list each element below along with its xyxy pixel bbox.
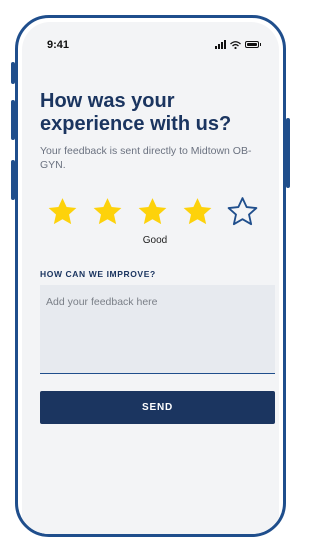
star-outline-icon[interactable] (225, 195, 260, 229)
page-subtitle: Your feedback is sent directly to Midtow… (40, 145, 252, 171)
battery-cap (259, 43, 261, 46)
phone-power-button (286, 118, 290, 188)
wifi-icon (229, 40, 241, 49)
app-screen: 9:41 How was your experience with us? Yo… (22, 22, 279, 534)
improve-label: HOW CAN WE IMPROVE? (40, 269, 156, 279)
star-filled-icon[interactable] (45, 195, 80, 229)
star-filled-icon[interactable] (90, 195, 125, 229)
rating-label: Good (142, 235, 168, 246)
battery-icon (244, 41, 259, 48)
feedback-input[interactable] (40, 285, 275, 374)
star-rating[interactable] (45, 195, 260, 229)
send-button[interactable]: SEND (40, 391, 275, 424)
signal-icon (214, 40, 226, 49)
star-filled-icon[interactable] (135, 195, 170, 229)
phone-frame: 9:41 How was your experience with us? Yo… (15, 15, 286, 537)
page-title: How was your experience with us? (40, 90, 232, 135)
status-bar: 9:41 (22, 22, 279, 62)
status-icons (214, 40, 261, 49)
status-time: 9:41 (47, 39, 70, 51)
star-filled-icon[interactable] (180, 195, 215, 229)
